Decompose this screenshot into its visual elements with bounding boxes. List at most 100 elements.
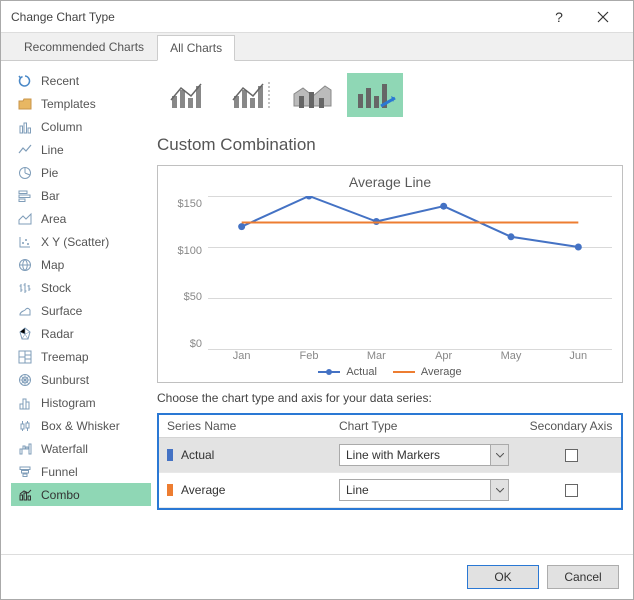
sidebar-item-label: Surface xyxy=(41,304,82,318)
sidebar-item-label: Histogram xyxy=(41,396,96,410)
sidebar-item-label: Column xyxy=(41,120,82,134)
radar-icon xyxy=(17,326,33,342)
column-icon xyxy=(17,119,33,135)
series-table-header: Series Name Chart Type Secondary Axis xyxy=(159,415,621,438)
sidebar-item-label: Templates xyxy=(41,97,96,111)
sidebar-item-map[interactable]: Map xyxy=(11,253,151,276)
treemap-icon xyxy=(17,349,33,365)
sidebar-item-funnel[interactable]: Funnel xyxy=(11,460,151,483)
sidebar-item-label: Combo xyxy=(41,488,80,502)
help-button[interactable]: ? xyxy=(537,2,581,32)
scatter-icon xyxy=(17,234,33,250)
sidebar-item-label: Stock xyxy=(41,281,71,295)
chart-type-sidebar: Recent Templates Column Line Pie Bar xyxy=(11,69,151,544)
sidebar-item-surface[interactable]: Surface xyxy=(11,299,151,322)
subtype-heading: Custom Combination xyxy=(157,133,623,159)
cancel-button[interactable]: Cancel xyxy=(547,565,619,589)
series-name: Average xyxy=(181,483,225,497)
sidebar-item-label: Line xyxy=(41,143,64,157)
dialog-footer: OK Cancel xyxy=(1,554,633,599)
sidebar-item-pie[interactable]: Pie xyxy=(11,161,151,184)
header-secondary-axis: Secondary Axis xyxy=(521,415,621,437)
series-swatch-average xyxy=(167,484,173,496)
sidebar-item-sunburst[interactable]: Sunburst xyxy=(11,368,151,391)
sidebar-item-waterfall[interactable]: Waterfall xyxy=(11,437,151,460)
sidebar-item-scatter[interactable]: X Y (Scatter) xyxy=(11,230,151,253)
templates-icon xyxy=(17,96,33,112)
secondary-axis-checkbox-average[interactable] xyxy=(565,484,578,497)
recent-icon xyxy=(17,73,33,89)
subtype-stacked-area-column[interactable] xyxy=(285,73,341,117)
sidebar-item-recent[interactable]: Recent xyxy=(11,69,151,92)
secondary-axis-checkbox-actual[interactable] xyxy=(565,449,578,462)
series-row-average[interactable]: Average Line xyxy=(159,473,621,508)
sidebar-item-label: Radar xyxy=(41,327,74,341)
change-chart-type-dialog: Change Chart Type ? Recommended Charts A… xyxy=(0,0,634,600)
chart-plot xyxy=(208,196,612,350)
subtype-clustered-column-line[interactable] xyxy=(161,73,217,117)
sidebar-item-combo[interactable]: Combo xyxy=(11,483,151,506)
sidebar-item-label: Bar xyxy=(41,189,60,203)
area-icon xyxy=(17,211,33,227)
sidebar-item-label: Recent xyxy=(41,74,79,88)
sidebar-item-treemap[interactable]: Treemap xyxy=(11,345,151,368)
sidebar-item-label: Waterfall xyxy=(41,442,88,456)
series-row-actual[interactable]: Actual Line with Markers xyxy=(159,438,621,473)
sunburst-icon xyxy=(17,372,33,388)
combo-subtypes xyxy=(157,69,623,127)
line-icon xyxy=(17,142,33,158)
map-icon xyxy=(17,257,33,273)
header-series-name: Series Name xyxy=(159,415,331,437)
pie-icon xyxy=(17,165,33,181)
y-axis-labels: $150 $100 $50 $0 xyxy=(168,196,208,350)
series-swatch-actual xyxy=(167,449,173,461)
sidebar-item-column[interactable]: Column xyxy=(11,115,151,138)
subtype-custom-combination[interactable] xyxy=(347,73,403,117)
subtype-clustered-column-line-secondary[interactable] xyxy=(223,73,279,117)
combo-icon xyxy=(17,487,33,503)
sidebar-item-label: Map xyxy=(41,258,64,272)
sidebar-item-label: Box & Whisker xyxy=(41,419,120,433)
histogram-icon xyxy=(17,395,33,411)
tab-recommended[interactable]: Recommended Charts xyxy=(11,34,157,60)
sidebar-item-label: Sunburst xyxy=(41,373,89,387)
sidebar-item-stock[interactable]: Stock xyxy=(11,276,151,299)
titlebar: Change Chart Type ? xyxy=(1,1,633,33)
chart-title: Average Line xyxy=(168,174,612,190)
sidebar-item-box-whisker[interactable]: Box & Whisker xyxy=(11,414,151,437)
header-chart-type: Chart Type xyxy=(331,415,521,437)
waterfall-icon xyxy=(17,441,33,457)
x-axis-labels: Jan Feb Mar Apr May Jun xyxy=(168,350,612,362)
sidebar-item-label: Pie xyxy=(41,166,58,180)
series-table: Series Name Chart Type Secondary Axis Ac… xyxy=(157,413,623,510)
funnel-icon xyxy=(17,464,33,480)
chart-preview: Average Line $150 $100 $50 $0 Ja xyxy=(157,165,623,383)
chevron-down-icon xyxy=(490,480,508,500)
sidebar-item-label: Area xyxy=(41,212,66,226)
main-panel: Custom Combination Average Line $150 $10… xyxy=(157,69,623,544)
sidebar-item-templates[interactable]: Templates xyxy=(11,92,151,115)
sidebar-item-label: X Y (Scatter) xyxy=(41,235,109,249)
chart-legend: Actual Average xyxy=(168,362,612,378)
sidebar-item-label: Funnel xyxy=(41,465,78,479)
sidebar-item-radar[interactable]: Radar xyxy=(11,322,151,345)
chart-type-select-average[interactable]: Line xyxy=(339,479,509,501)
chevron-down-icon xyxy=(490,445,508,465)
tab-all-charts[interactable]: All Charts xyxy=(157,35,235,61)
ok-button[interactable]: OK xyxy=(467,565,539,589)
tabs: Recommended Charts All Charts xyxy=(1,33,633,61)
box-whisker-icon xyxy=(17,418,33,434)
stock-icon xyxy=(17,280,33,296)
chart-type-select-actual[interactable]: Line with Markers xyxy=(339,444,509,466)
series-name: Actual xyxy=(181,448,214,462)
sidebar-item-line[interactable]: Line xyxy=(11,138,151,161)
sidebar-item-area[interactable]: Area xyxy=(11,207,151,230)
surface-icon xyxy=(17,303,33,319)
close-button[interactable] xyxy=(581,2,625,32)
legend-average: Average xyxy=(393,366,462,378)
sidebar-item-label: Treemap xyxy=(41,350,89,364)
series-section-label: Choose the chart type and axis for your … xyxy=(157,389,623,407)
legend-actual: Actual xyxy=(318,366,377,378)
sidebar-item-histogram[interactable]: Histogram xyxy=(11,391,151,414)
sidebar-item-bar[interactable]: Bar xyxy=(11,184,151,207)
